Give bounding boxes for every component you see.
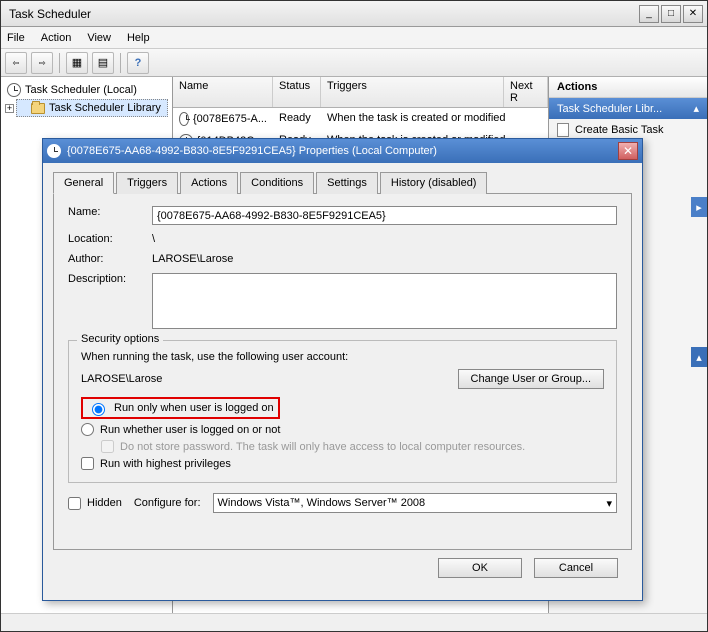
actions-group-header[interactable]: Task Scheduler Libr... ▴: [549, 98, 707, 119]
menubar: File Action View Help: [1, 27, 707, 49]
menu-action[interactable]: Action: [41, 32, 72, 44]
dialog-titlebar: {0078E675-AA68-4992-B830-8E5F9291CEA5} P…: [43, 139, 642, 163]
collapse-icon: ▴: [693, 102, 699, 115]
task-triggers: When the task is created or modified: [321, 110, 548, 128]
no-store-password-checkbox: [101, 440, 114, 453]
maximize-button[interactable]: □: [661, 5, 681, 23]
folder-icon: [31, 103, 45, 114]
clock-icon: [7, 83, 21, 97]
toolbar-properties-button[interactable]: ▤: [92, 52, 114, 74]
security-account: LAROSE\Larose: [81, 373, 162, 385]
highest-privileges-checkbox[interactable]: [81, 457, 94, 470]
col-header-name[interactable]: Name: [173, 77, 273, 107]
tab-actions[interactable]: Actions: [180, 172, 238, 194]
menu-view[interactable]: View: [87, 32, 111, 44]
actions-group-label: Task Scheduler Libr...: [557, 103, 662, 115]
menu-file[interactable]: File: [7, 32, 25, 44]
hidden-label: Hidden: [87, 497, 122, 509]
tree-library-label: Task Scheduler Library: [49, 102, 161, 114]
radio-whether-label: Run whether user is logged on or not: [100, 424, 280, 436]
security-options-group: Security options When running the task, …: [68, 340, 617, 483]
radio-logged-on-label: Run only when user is logged on: [114, 402, 274, 414]
author-value: LAROSE\Larose: [152, 253, 617, 265]
task-status: Ready: [273, 110, 321, 128]
forward-button[interactable]: ⇨: [31, 52, 53, 74]
help-button[interactable]: ?: [127, 52, 149, 74]
tree-library-node[interactable]: Task Scheduler Library: [16, 99, 168, 117]
toolbar-separator: [59, 53, 60, 73]
no-store-password-label: Do not store password. The task will onl…: [120, 441, 525, 453]
dialog-close-button[interactable]: ✕: [618, 142, 638, 160]
toggle-action-pane-button[interactable]: ▦: [66, 52, 88, 74]
action-label: Create Basic Task: [575, 124, 663, 136]
location-value: \: [152, 233, 617, 245]
general-tab-content: Name: Location: \ Author: LAROSE\Larose …: [53, 194, 632, 550]
actions-header: Actions: [549, 77, 707, 98]
cancel-button[interactable]: Cancel: [534, 558, 618, 578]
tree-root-label: Task Scheduler (Local): [25, 84, 137, 96]
security-prompt: When running the task, use the following…: [81, 351, 604, 363]
expand-toggle[interactable]: +: [5, 104, 14, 113]
menu-help[interactable]: Help: [127, 32, 150, 44]
highest-privileges-label: Run with highest privileges: [100, 458, 231, 470]
name-label: Name:: [68, 206, 152, 218]
tree-root-node[interactable]: Task Scheduler (Local): [5, 81, 168, 99]
clock-icon: [179, 112, 189, 126]
col-header-status[interactable]: Status: [273, 77, 321, 107]
dialog-title: {0078E675-AA68-4992-B830-8E5F9291CEA5} P…: [67, 145, 437, 157]
dropdown-icon: ▾: [606, 497, 612, 510]
toolbar-separator: [120, 53, 121, 73]
close-button[interactable]: ✕: [683, 5, 703, 23]
minimize-button[interactable]: _: [639, 5, 659, 23]
statusbar: [1, 613, 707, 631]
col-header-next[interactable]: Next R: [504, 77, 548, 107]
configure-for-label: Configure for:: [134, 497, 201, 509]
task-row[interactable]: {0078E675-A... Ready When the task is cr…: [173, 108, 548, 130]
change-user-button[interactable]: Change User or Group...: [458, 369, 604, 389]
back-button[interactable]: ⇦: [5, 52, 27, 74]
author-label: Author:: [68, 253, 152, 265]
tab-triggers[interactable]: Triggers: [116, 172, 178, 194]
configure-for-value: Windows Vista™, Windows Server™ 2008: [218, 497, 426, 509]
scroll-right-tab[interactable]: ▸: [691, 197, 707, 217]
ok-button[interactable]: OK: [438, 558, 522, 578]
toolbar: ⇦ ⇨ ▦ ▤ ?: [1, 49, 707, 77]
clock-icon: [47, 144, 61, 158]
radio-logged-on[interactable]: [92, 403, 105, 416]
list-header: Name Status Triggers Next R: [173, 77, 548, 108]
scroll-collapse-tab[interactable]: ▴: [691, 347, 707, 367]
hidden-checkbox[interactable]: [68, 497, 81, 510]
configure-for-select[interactable]: Windows Vista™, Windows Server™ 2008 ▾: [213, 493, 617, 513]
tab-general[interactable]: General: [53, 172, 114, 194]
task-name: {0078E675-A...: [193, 113, 267, 125]
main-titlebar: Task Scheduler _ □ ✕: [1, 1, 707, 27]
dialog-tabs: General Triggers Actions Conditions Sett…: [53, 171, 632, 194]
col-header-triggers[interactable]: Triggers: [321, 77, 504, 107]
description-label: Description:: [68, 273, 152, 285]
main-window-title: Task Scheduler: [5, 7, 91, 21]
document-icon: [557, 123, 569, 137]
location-label: Location:: [68, 233, 152, 245]
security-legend: Security options: [77, 333, 163, 345]
task-properties-dialog: {0078E675-AA68-4992-B830-8E5F9291CEA5} P…: [42, 138, 643, 601]
name-input[interactable]: [152, 206, 617, 225]
radio-whether[interactable]: [81, 423, 94, 436]
description-textarea[interactable]: [152, 273, 617, 329]
tab-history[interactable]: History (disabled): [380, 172, 488, 194]
tab-settings[interactable]: Settings: [316, 172, 378, 194]
highlighted-annotation: Run only when user is logged on: [81, 397, 280, 419]
tab-conditions[interactable]: Conditions: [240, 172, 314, 194]
